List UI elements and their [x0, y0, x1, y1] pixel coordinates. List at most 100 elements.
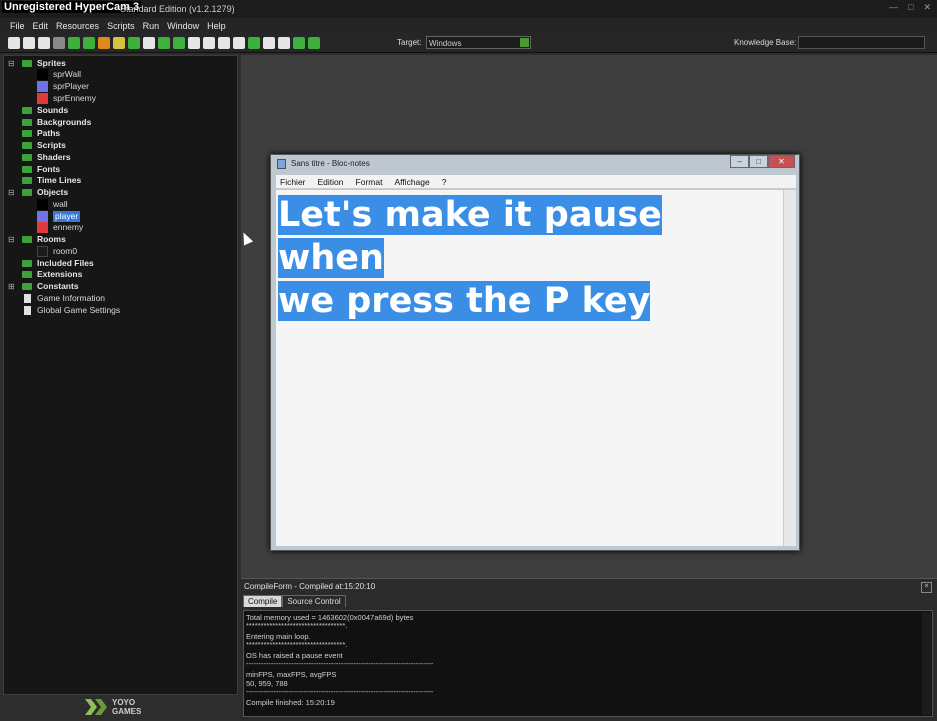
folder-icon — [22, 189, 32, 196]
notepad-menu-edition[interactable]: Edition — [318, 175, 344, 188]
notepad-minimize-button[interactable]: – — [730, 155, 749, 168]
notepad-menu-affichage[interactable]: Affichage — [394, 175, 429, 188]
target-value: Windows — [429, 39, 462, 48]
folder-icon — [22, 107, 32, 114]
expand-icon[interactable]: ⊞ — [8, 281, 15, 292]
tab-source-control[interactable]: Source Control — [282, 595, 346, 607]
tab-compile[interactable]: Compile — [243, 595, 283, 607]
tree-included-files-label: Included Files — [37, 258, 94, 268]
tree-sounds-label: Sounds — [37, 105, 69, 115]
menu-help[interactable]: Help — [207, 18, 226, 34]
sound-icon[interactable] — [143, 37, 155, 49]
compile-log[interactable]: Total memory used = 1463602(0x0047a69d) … — [243, 610, 933, 717]
tree-extensions-label: Extensions — [37, 269, 83, 279]
tree-rooms-label: Rooms — [37, 234, 66, 244]
target-select[interactable]: Windows — [426, 36, 531, 49]
run-icon[interactable] — [68, 37, 80, 49]
maximize-button[interactable]: □ — [908, 2, 913, 13]
extension-icon[interactable] — [293, 37, 305, 49]
compile-scrollbar[interactable] — [922, 612, 931, 715]
shader-icon[interactable] — [203, 37, 215, 49]
tree-item-label: ennemy — [53, 222, 84, 232]
log-line: minFPS, maxFPS, avgFPS — [246, 670, 337, 679]
room-icon[interactable] — [263, 37, 275, 49]
object-thumbnail — [37, 199, 48, 210]
notepad-close-button[interactable]: ✕ — [768, 155, 795, 168]
help-icon[interactable] — [308, 37, 320, 49]
tree-item-label: sprPlayer — [53, 81, 89, 91]
resource-tree: ⊟ Sprites sprWall sprPlayer sprEnnemy So… — [3, 55, 238, 695]
menu-file[interactable]: File — [10, 18, 25, 34]
log-line: Compile finished: 15:20:19 — [246, 698, 335, 707]
compile-close-icon[interactable]: × — [921, 582, 932, 593]
compile-panel: CompileForm - Compiled at:15:20:10 × Com… — [241, 578, 937, 721]
notepad-menu-fichier[interactable]: Fichier — [280, 175, 306, 188]
notepad-scrollbar[interactable] — [783, 190, 796, 546]
path-icon[interactable] — [173, 37, 185, 49]
close-button[interactable]: ✕ — [923, 2, 931, 13]
tree-sprites-label: Sprites — [37, 58, 66, 68]
debug-icon[interactable] — [83, 37, 95, 49]
folder-icon — [22, 260, 32, 267]
object-thumbnail — [37, 211, 48, 222]
collapse-icon[interactable]: ⊟ — [8, 187, 15, 198]
clean-icon[interactable] — [113, 37, 125, 49]
font-icon[interactable] — [218, 37, 230, 49]
minimize-button[interactable]: — — [889, 2, 898, 13]
settings-document-icon — [24, 306, 31, 315]
notepad-text-area[interactable]: Let's make it pause when we press the P … — [276, 190, 796, 546]
target-label: Target: — [397, 38, 422, 47]
menu-edit[interactable]: Edit — [33, 18, 49, 34]
save-project-icon[interactable] — [38, 37, 50, 49]
menu-run[interactable]: Run — [143, 18, 160, 34]
tree-scripts-label: Scripts — [37, 140, 66, 150]
settings-icon[interactable] — [278, 37, 290, 49]
collapse-icon[interactable]: ⊟ — [8, 58, 15, 69]
notepad-window[interactable]: Sans titre - Bloc-notes – □ ✕ Fichier Ed… — [270, 154, 800, 551]
menu-scripts[interactable]: Scripts — [107, 18, 135, 34]
tree-fonts-label: Fonts — [37, 164, 61, 174]
menu-window[interactable]: Window — [167, 18, 199, 34]
sprite-thumbnail — [37, 81, 48, 92]
folder-icon — [22, 271, 32, 278]
background-icon[interactable] — [158, 37, 170, 49]
create-executable-icon[interactable] — [98, 37, 110, 49]
notepad-menu-format[interactable]: Format — [356, 175, 383, 188]
toolbar-buttons — [8, 37, 320, 49]
notepad-maximize-button[interactable]: □ — [749, 155, 768, 168]
folder-icon — [22, 177, 32, 184]
knowledge-base-label: Knowledge Base: — [734, 38, 797, 47]
tree-item-label-selected: player — [53, 211, 81, 222]
log-line: ----------------------------------------… — [246, 687, 434, 696]
new-project-icon[interactable] — [8, 37, 20, 49]
yoyo-games-logo: YOYO GAMES — [85, 698, 141, 716]
notepad-text: Let's make it pause when we press the P … — [278, 194, 758, 323]
room-icon — [37, 246, 48, 257]
tree-global-settings-label: Global Game Settings — [37, 305, 121, 315]
script-icon[interactable] — [188, 37, 200, 49]
tree-constants-label: Constants — [37, 281, 79, 291]
menu-bar: File Edit Resources Scripts Run Window H… — [0, 18, 937, 34]
notepad-menu-help[interactable]: ? — [442, 175, 447, 188]
sprite-icon[interactable] — [128, 37, 140, 49]
notepad-window-controls: – □ ✕ — [730, 155, 795, 168]
timeline-icon[interactable] — [233, 37, 245, 49]
folder-icon — [22, 119, 32, 126]
tree-game-information-label: Game Information — [37, 293, 106, 303]
compile-tabs: Compile Source Control — [243, 595, 346, 607]
open-project-icon[interactable] — [23, 37, 35, 49]
export-icon[interactable] — [53, 37, 65, 49]
folder-icon — [22, 130, 32, 137]
tree-item-label: room0 — [53, 246, 78, 256]
object-thumbnail — [37, 222, 48, 233]
log-line: **********************************. — [246, 621, 348, 630]
chevron-down-icon[interactable] — [520, 38, 529, 47]
tree-paths-label: Paths — [37, 128, 61, 138]
knowledge-base-input[interactable] — [798, 36, 925, 49]
menu-resources[interactable]: Resources — [56, 18, 99, 34]
collapse-icon[interactable]: ⊟ — [8, 234, 15, 245]
folder-icon — [22, 60, 32, 67]
title-bar: Unregistered HyperCam 3 Standard Edition… — [0, 0, 937, 18]
notepad-text-line2: we press the P key — [278, 281, 651, 321]
object-icon[interactable] — [248, 37, 260, 49]
